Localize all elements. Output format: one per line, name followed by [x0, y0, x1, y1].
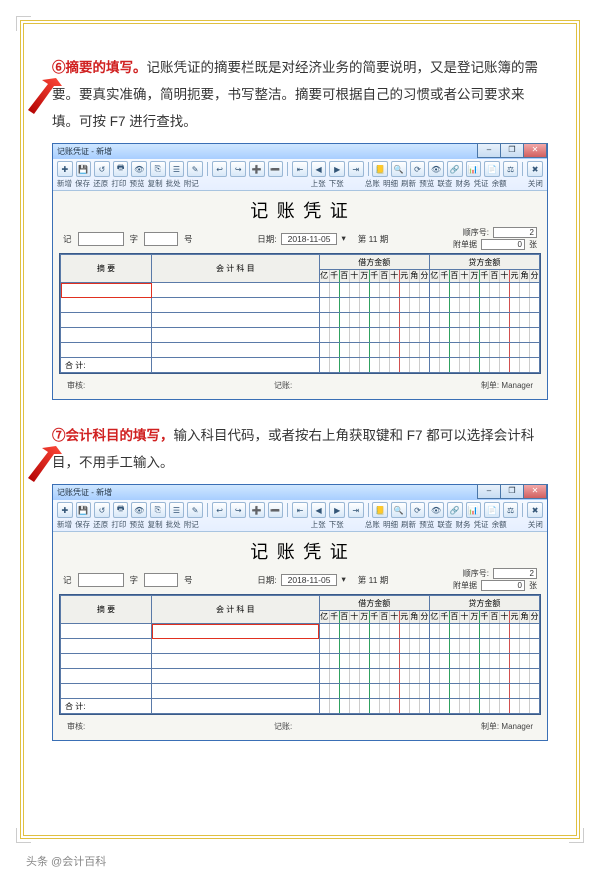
tool-icon[interactable]: ▶ [329, 502, 345, 518]
tool-icon[interactable]: ⎘ [150, 161, 166, 177]
col-debit: 借方金额 [319, 596, 429, 611]
tool-icon[interactable]: ↪ [230, 502, 246, 518]
tool-icon[interactable]: ✎ [187, 161, 203, 177]
voucher-title: 记 账 凭 证 [59, 538, 541, 564]
tool-icon[interactable]: 🖶 [113, 161, 129, 177]
tool-icon[interactable]: ✚ [57, 502, 73, 518]
tool-icon[interactable]: ➕ [249, 161, 265, 177]
tool-icon[interactable]: 📒 [372, 161, 388, 177]
voucher-footer: 审核: 记账: 制单: Manager [59, 715, 541, 734]
hao-input[interactable] [144, 232, 178, 246]
window-title: 记账凭证 - 新增 [57, 146, 112, 157]
voucher-meta-left: 记字 号 [63, 568, 193, 591]
tool-icon[interactable]: ➕ [249, 502, 265, 518]
col-summary: 摘 要 [61, 596, 152, 624]
tool-icon[interactable]: ↩ [212, 161, 228, 177]
tool-icon[interactable]: ✚ [57, 161, 73, 177]
screenshot-2: 记账凭证 - 新增 – ❐ ✕ ✚💾↺🖶👁⎘☰✎ ↩↪➕➖ ⇤◀▶⇥ 📒🔍⟳👁🔗… [52, 484, 548, 741]
window-titlebar[interactable]: 记账凭证 - 新增 – ❐ ✕ [53, 144, 547, 159]
tool-icon[interactable]: ➖ [268, 502, 284, 518]
tool-icon[interactable]: ◀ [311, 502, 327, 518]
zi-input[interactable] [78, 573, 124, 587]
tool-icon[interactable]: ✖ [527, 161, 543, 177]
tool-icon[interactable]: ⇥ [348, 502, 364, 518]
tool-icon[interactable]: ◀ [311, 161, 327, 177]
tool-icon[interactable]: 👁 [428, 502, 444, 518]
tool-icon[interactable]: 💾 [76, 161, 92, 177]
tool-icon[interactable]: ⟳ [410, 161, 426, 177]
voucher-meta-right: 顺序号:2 附单据0张 [453, 568, 537, 591]
date-input[interactable]: 2018-11-05 [281, 233, 338, 245]
tool-icon[interactable]: 🔍 [391, 161, 407, 177]
tool-icon[interactable]: ✖ [527, 502, 543, 518]
tool-icon[interactable]: ↺ [94, 161, 110, 177]
hao-input[interactable] [144, 573, 178, 587]
tool-icon[interactable]: ↺ [94, 502, 110, 518]
subject-cell-active[interactable] [152, 624, 320, 639]
section-heading: ⑥摘要的填写。 [52, 60, 147, 75]
tool-icon[interactable]: ↪ [230, 161, 246, 177]
tool-icon[interactable]: 🔗 [447, 502, 463, 518]
tool-icon[interactable]: ☰ [169, 502, 185, 518]
tool-icon[interactable]: 👁 [428, 161, 444, 177]
tool-icon[interactable]: 🔗 [447, 161, 463, 177]
tool-icon[interactable]: 📄 [484, 161, 500, 177]
toolbar-icons: ✚💾↺🖶👁⎘☰✎ ↩↪➕➖ ⇤◀▶⇥ 📒🔍⟳👁🔗📊📄⚖ ✖ [57, 502, 543, 518]
col-subject: 会 计 科 目 [152, 596, 320, 624]
col-debit: 借方金额 [319, 255, 429, 270]
maximize-button[interactable]: ❐ [500, 484, 524, 499]
tool-icon[interactable]: 🔍 [391, 502, 407, 518]
tool-icon[interactable]: 📊 [466, 161, 482, 177]
close-button[interactable]: ✕ [523, 143, 547, 158]
date-input[interactable]: 2018-11-05 [281, 574, 338, 586]
col-credit: 贷方金额 [429, 596, 539, 611]
minimize-button[interactable]: – [477, 484, 501, 499]
voucher-title: 记 账 凭 证 [59, 197, 541, 223]
section-heading: ⑦会计科目的填写， [52, 428, 174, 443]
col-subject: 会 计 科 目 [152, 255, 320, 283]
toolbar-icons: ✚💾↺🖶👁⎘☰✎ ↩↪➕➖ ⇤◀▶⇥ 📒🔍⟳👁🔗📊📄⚖ ✖ [57, 161, 543, 177]
voucher-meta-left: 记字 号 [63, 227, 193, 250]
tool-icon[interactable]: ✎ [187, 502, 203, 518]
tool-icon[interactable]: ⟳ [410, 502, 426, 518]
voucher-meta-center: 日期:2018-11-05▾ 第 11 期 [257, 568, 388, 591]
tool-icon[interactable]: 👁 [131, 161, 147, 177]
tool-icon[interactable]: ⎘ [150, 502, 166, 518]
tool-icon[interactable]: 🖶 [113, 502, 129, 518]
summary-cell-active[interactable] [61, 283, 152, 298]
tool-icon[interactable]: ⇤ [292, 502, 308, 518]
section-6: ⑥摘要的填写。记账凭证的摘要栏既是对经济业务的简要说明，又是登记账簿的需要。要真… [52, 54, 548, 135]
page-frame: ⑥摘要的填写。记账凭证的摘要栏既是对经济业务的简要说明，又是登记账簿的需要。要真… [20, 20, 580, 839]
tool-icon[interactable]: ☰ [169, 161, 185, 177]
tool-icon[interactable]: ➖ [268, 161, 284, 177]
tool-icon[interactable]: ↩ [212, 502, 228, 518]
window-titlebar[interactable]: 记账凭证 - 新增 – ❐ ✕ [53, 485, 547, 500]
section-7: ⑦会计科目的填写，输入科目代码，或者按右上角获取键和 F7 都可以选择会计科目，… [52, 422, 548, 476]
window-title: 记账凭证 - 新增 [57, 487, 112, 498]
total-row: 合 计: [61, 358, 152, 373]
voucher-footer: 审核: 记账: 制单: Manager [59, 374, 541, 393]
tool-icon[interactable]: ▶ [329, 161, 345, 177]
tool-icon[interactable]: ⇤ [292, 161, 308, 177]
maximize-button[interactable]: ❐ [500, 143, 524, 158]
total-row: 合 计: [61, 699, 152, 714]
close-button[interactable]: ✕ [523, 484, 547, 499]
screenshot-1: 记账凭证 - 新增 – ❐ ✕ ✚💾↺🖶👁⎘☰✎ ↩↪➕➖ ⇤◀▶⇥ 📒🔍⟳👁🔗… [52, 143, 548, 400]
tool-icon[interactable]: 📄 [484, 502, 500, 518]
tool-icon[interactable]: ⚖ [503, 161, 519, 177]
tool-icon[interactable]: ⇥ [348, 161, 364, 177]
tool-icon[interactable]: 📊 [466, 502, 482, 518]
tool-icon[interactable]: 📒 [372, 502, 388, 518]
tool-icon[interactable]: 💾 [76, 502, 92, 518]
voucher-meta-right: 顺序号:2 附单据0张 [453, 227, 537, 250]
col-credit: 贷方金额 [429, 255, 539, 270]
voucher-meta-center: 日期:2018-11-05▾ 第 11 期 [257, 227, 388, 250]
minimize-button[interactable]: – [477, 143, 501, 158]
tool-icon[interactable]: ⚖ [503, 502, 519, 518]
toolbar: ✚💾↺🖶👁⎘☰✎ ↩↪➕➖ ⇤◀▶⇥ 📒🔍⟳👁🔗📊📄⚖ ✖ 新增保存还原打印预览… [53, 500, 547, 532]
toolbar: ✚💾↺🖶👁⎘☰✎ ↩↪➕➖ ⇤◀▶⇥ 📒🔍⟳👁🔗📊📄⚖ ✖ 新增保存还原打印预览… [53, 159, 547, 191]
col-summary: 摘 要 [61, 255, 152, 283]
tool-icon[interactable]: 👁 [131, 502, 147, 518]
zi-input[interactable] [78, 232, 124, 246]
